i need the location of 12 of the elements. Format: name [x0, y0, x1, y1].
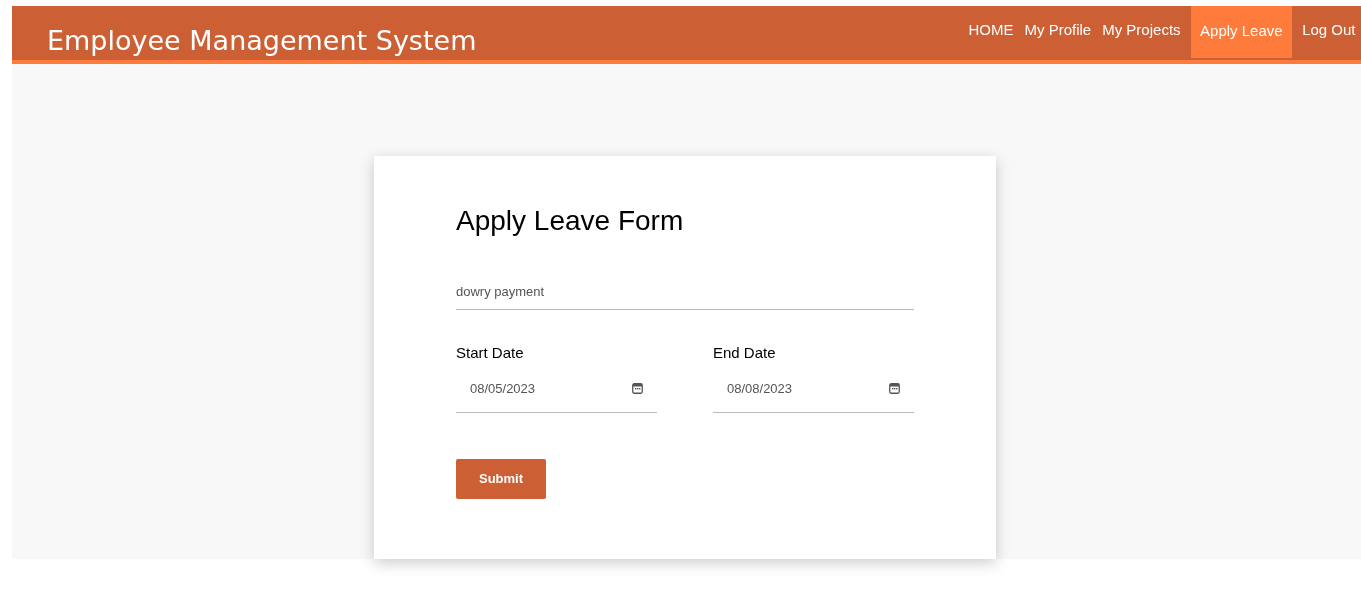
nav-link[interactable]: My Profile: [1019, 6, 1097, 58]
submit-button[interactable]: Submit: [456, 459, 547, 499]
calendar-icon[interactable]: [889, 382, 900, 394]
nav-link[interactable]: My Projects: [1096, 6, 1187, 58]
calendar-icon[interactable]: [632, 382, 643, 394]
field-label: End Date: [713, 343, 777, 364]
brand-title: Employee Management System: [47, 26, 477, 56]
nav-link[interactable]: HOME: [963, 6, 1019, 58]
field-label: Start Date: [456, 343, 525, 364]
nav-link[interactable]: Apply Leave: [1191, 6, 1292, 58]
form-title: Apply Leave Form: [456, 204, 685, 238]
nav-link[interactable]: Log Out: [1296, 6, 1361, 58]
